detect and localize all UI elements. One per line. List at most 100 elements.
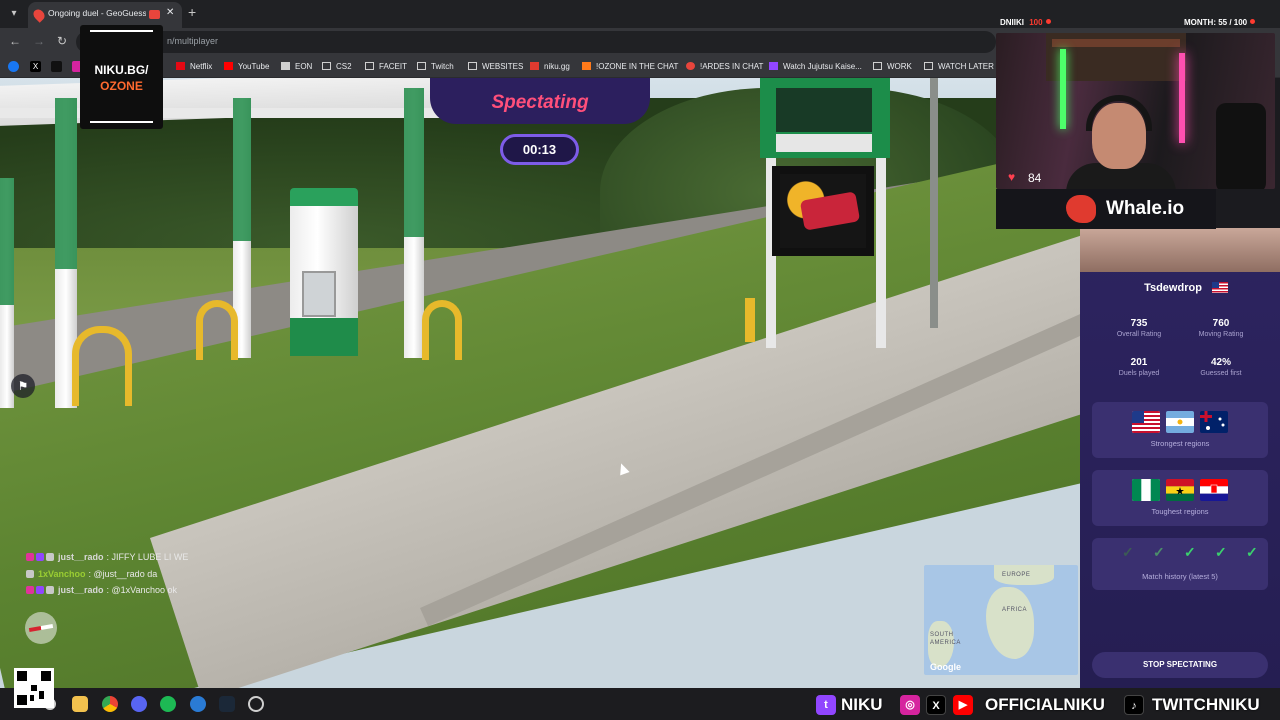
instagram-icon: ◎: [900, 695, 920, 715]
screen: ▾ Ongoing duel - GeoGuessr ✕ + ← → ↻ n/m…: [0, 0, 1280, 720]
guess-minimap[interactable]: EUROPE AFRICA SOUTH AMERICA Google: [924, 565, 1078, 675]
tiktok-icon[interactable]: [51, 61, 62, 72]
chat-message: 1xVanchoo: @just__rado da: [26, 569, 266, 586]
heart-rate-value: 84: [1028, 171, 1042, 185]
spectating-banner: Spectating: [430, 78, 650, 124]
new-tab-icon[interactable]: +: [188, 4, 196, 20]
toughest-regions-label: Toughest regions: [1151, 507, 1209, 516]
cam-neon-pink: [1179, 53, 1185, 143]
duels-played-label: Duels played: [1118, 370, 1160, 377]
sponsor-banner: Whale.io: [996, 189, 1216, 229]
sub-badge-icon: [26, 586, 34, 594]
yellow-bollard: [422, 300, 462, 360]
bookmark-folder-twitch[interactable]: Twitch: [417, 60, 454, 74]
bookmark-eon[interactable]: EON: [281, 60, 312, 74]
player-info-panel: Tsdewdrop 735 Overall Rating 760 Moving …: [1080, 228, 1280, 688]
cam-shelf-board: [1052, 39, 1180, 47]
social-handle: NIKU: [841, 695, 883, 714]
pump-base: [290, 318, 358, 356]
argentina-flag-icon: [1166, 411, 1194, 433]
file-explorer-icon[interactable]: [72, 696, 88, 712]
address-bar[interactable]: n/multiplayer: [76, 31, 996, 53]
sign-post: [876, 158, 886, 348]
map-label: AFRICA: [1002, 607, 1028, 613]
canopy-pillar: [404, 88, 424, 358]
bookmark-folder-websites[interactable]: WEBSITES: [468, 60, 523, 74]
twitch-icon: t: [816, 695, 836, 715]
prime-badge-icon: [36, 553, 44, 561]
guessed-first-label: Guessed first: [1200, 370, 1242, 377]
forward-icon[interactable]: →: [33, 34, 45, 48]
cam-chair: [1216, 103, 1266, 189]
krispy-krunchy-sign: [772, 166, 874, 256]
spotify-icon[interactable]: [160, 696, 176, 712]
australia-flag-icon: [1200, 411, 1228, 433]
logo-line-1: NIKU.BG/: [94, 63, 149, 77]
chat-message: just__rado: JIFFY LUBE LI WE: [26, 552, 266, 569]
strongest-regions: Strongest regions: [1092, 402, 1268, 458]
bookmark-niku-gg[interactable]: niku.gg: [530, 60, 570, 74]
fuel-price-panel: [760, 78, 890, 158]
prime-badge-icon: [36, 586, 44, 594]
ghana-flag-icon: [1166, 479, 1194, 501]
us-flag-icon: [1132, 411, 1160, 433]
compass[interactable]: [25, 612, 57, 644]
browser-tab-bar: ▾ Ongoing duel - GeoGuessr ✕ +: [0, 0, 1280, 28]
map-africa: [986, 587, 1034, 659]
heart-rate-icon: ♥: [1008, 170, 1016, 184]
match-history-label: Match history (latest 5): [1142, 572, 1218, 581]
bookmark-youtube[interactable]: YouTube: [224, 60, 269, 74]
steam-icon[interactable]: [219, 696, 235, 712]
report-pin-icon[interactable]: ⚑: [11, 374, 35, 398]
back-icon[interactable]: ←: [9, 34, 21, 48]
cam-neon-green: [1060, 49, 1066, 129]
bookmark-netflix[interactable]: Netflix: [176, 60, 212, 74]
moving-rating-label: Moving Rating: [1198, 331, 1244, 338]
check-icon: ✓: [1215, 544, 1227, 560]
niku-ozone-logo: NIKU.BG/ OZONE: [80, 25, 163, 129]
nigeria-flag-icon: [1132, 479, 1160, 501]
bookmark-folder-work[interactable]: WORK: [873, 60, 912, 74]
url-text: n/multiplayer: [167, 36, 219, 46]
check-icon: ✓: [1246, 544, 1258, 560]
check-icon: ✓: [1184, 544, 1196, 560]
bookmark-jujutsu[interactable]: Watch Jujutsu Kaise...: [769, 60, 862, 74]
strongest-regions-label: Strongest regions: [1150, 439, 1210, 448]
map-label: SOUTH AMERICA: [930, 632, 961, 646]
bookmark-folder-cs2[interactable]: CS2: [322, 60, 352, 74]
us-flag-icon: [1212, 282, 1228, 293]
qr-code: [14, 668, 54, 708]
facebook-icon[interactable]: [8, 61, 19, 72]
player-avatar: [1080, 228, 1280, 272]
mod-badge-icon: [46, 586, 54, 594]
light-pole: [930, 78, 938, 328]
check-icon: ✓: [1122, 544, 1134, 560]
guessed-first-value: 42%: [1210, 357, 1231, 368]
stop-spectating-button[interactable]: STOP SPECTATING: [1092, 652, 1268, 678]
tab-search-icon[interactable]: ▾: [6, 6, 22, 22]
discord-icon[interactable]: [131, 696, 147, 712]
app-icon[interactable]: [190, 696, 206, 712]
close-tab-icon[interactable]: ✕: [166, 7, 174, 18]
reload-icon[interactable]: ↻: [57, 34, 67, 48]
overall-rating-label: Overall Rating: [1116, 331, 1162, 338]
moving-rating-value: 760: [1212, 318, 1230, 329]
bookmark-folder-watch-later[interactable]: WATCH LATER: [924, 60, 994, 74]
logo-line-2: OZONE: [100, 79, 143, 93]
x-icon[interactable]: X: [30, 61, 41, 72]
sub-goal-right: MONTH: 55 / 100: [1184, 18, 1256, 27]
chrome-icon[interactable]: [102, 696, 118, 712]
social-handle: OFFICIALNIKU: [985, 695, 1105, 714]
price-sign: [760, 78, 890, 348]
bookmark-ardes[interactable]: !ARDES IN CHAT: [686, 60, 763, 74]
check-icon: ✓: [1153, 544, 1165, 560]
obs-icon[interactable]: [248, 696, 264, 712]
whale-logo-icon: [1066, 195, 1096, 223]
toughest-regions: Toughest regions: [1092, 470, 1268, 526]
bookmark-ozone[interactable]: !OZONE IN THE CHAT: [582, 60, 678, 74]
compass-needle-icon: [28, 623, 54, 633]
bookmark-folder-faceit[interactable]: FACEIT: [365, 60, 407, 74]
webcam-feed: [996, 33, 1275, 189]
player-name: Tsdewdrop: [1144, 282, 1202, 294]
sub-goal-left: DNIIKI 100: [1000, 18, 1051, 27]
